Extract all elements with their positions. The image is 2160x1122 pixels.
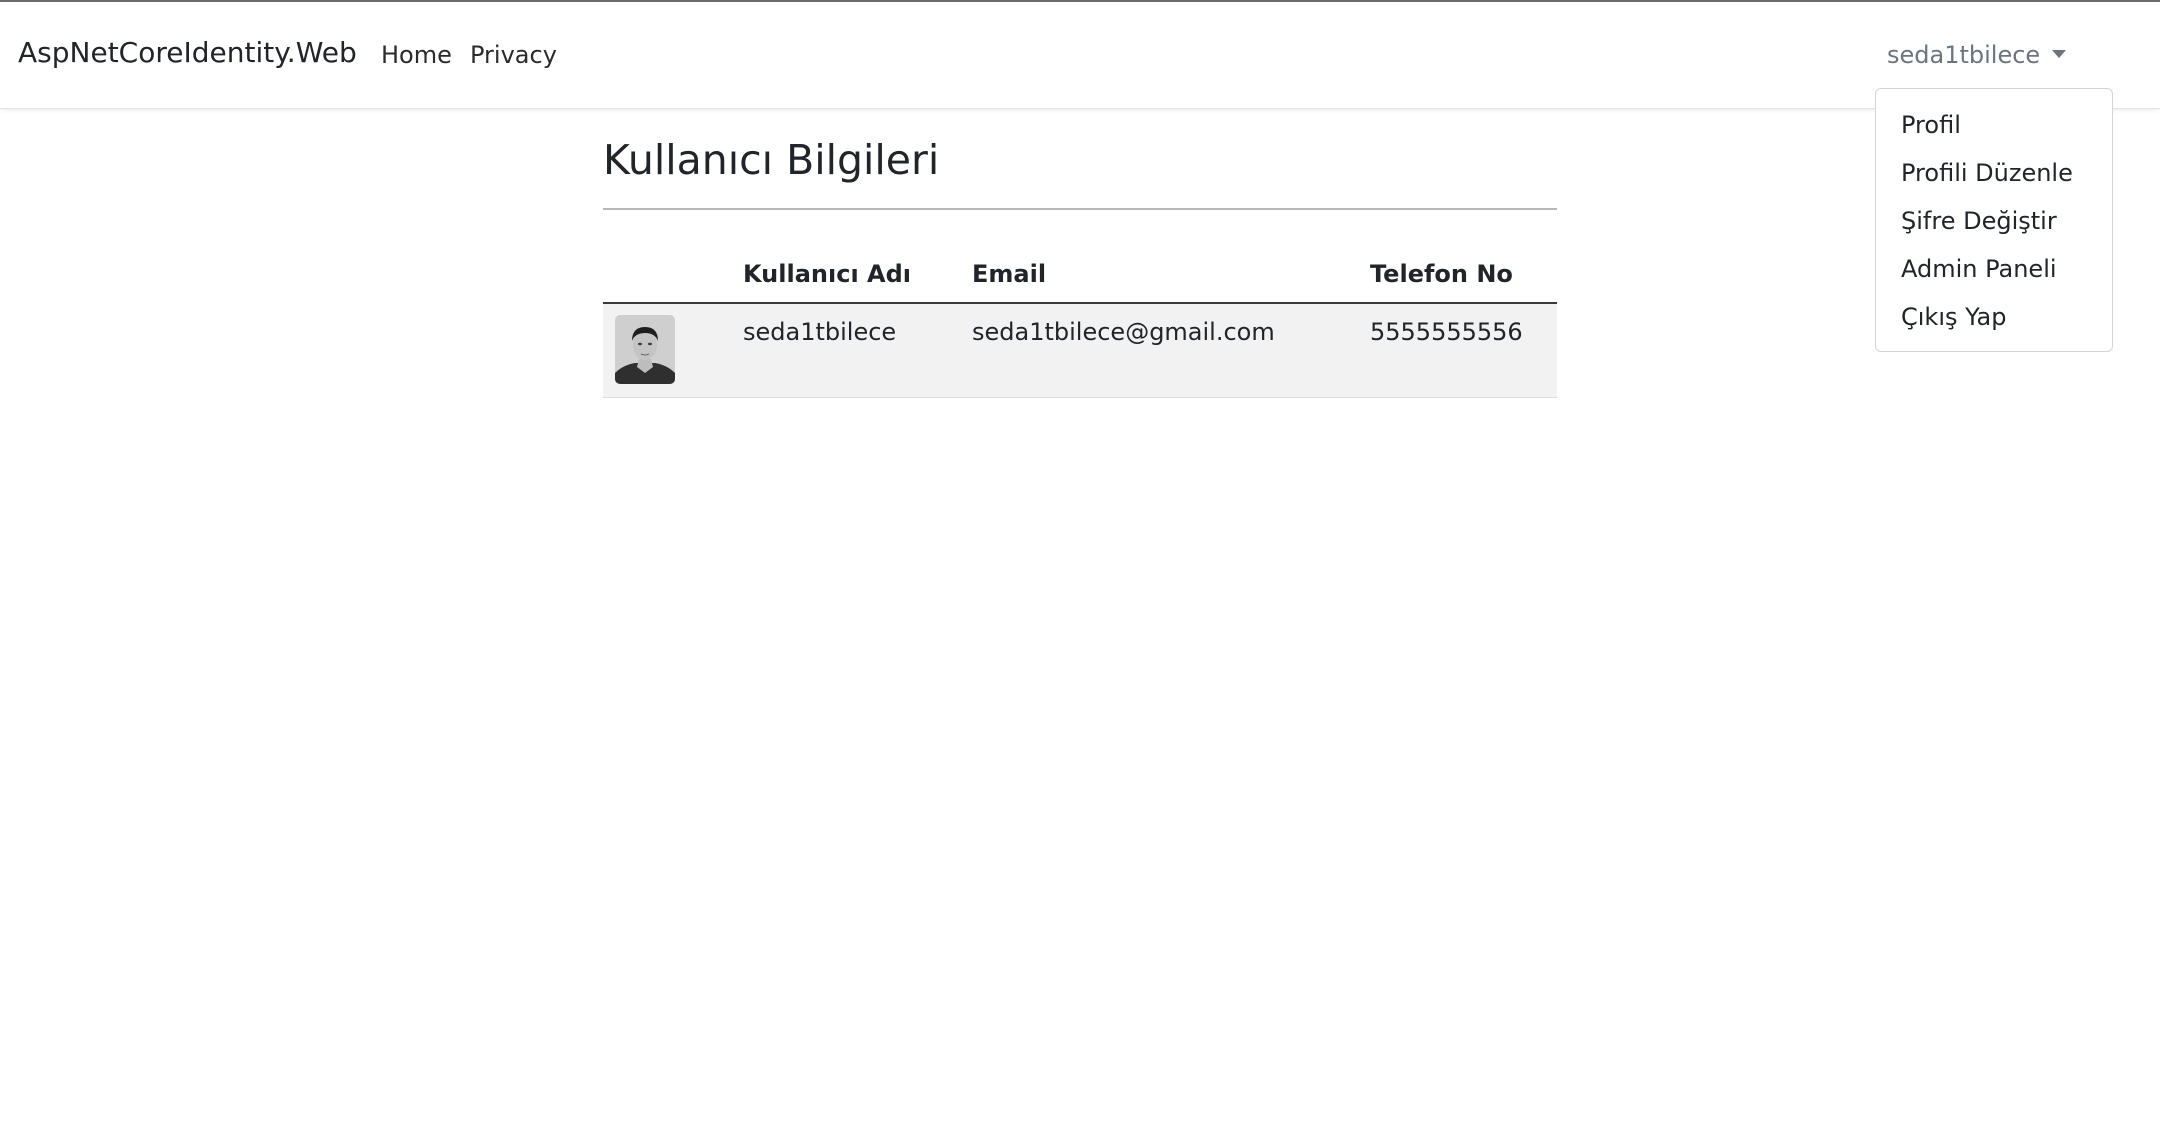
cell-username: seda1tbilece [731,303,960,398]
table-row: seda1tbilece seda1tbilece@gmail.com 5555… [603,303,1557,398]
nav-link-home[interactable]: Home [381,41,452,69]
dropdown-item-cikis-yap[interactable]: Çıkış Yap [1876,299,2112,347]
user-dropdown-menu: Profil Profili Düzenle Şifre Değiştir Ad… [1875,88,2113,352]
user-menu-username: seda1tbilece [1887,41,2041,69]
navbar: AspNetCoreIdentity.Web Home Privacy seda… [0,2,2160,109]
dropdown-item-sifre-degistir[interactable]: Şifre Değiştir [1876,203,2112,251]
nav-link-privacy[interactable]: Privacy [470,41,557,69]
header-username: Kullanıcı Adı [731,246,960,304]
table-header-row: Kullanıcı Adı Email Telefon No [603,246,1557,304]
caret-down-icon [2052,50,2067,58]
title-divider [603,208,1557,210]
cell-photo [603,303,731,398]
user-info-table: Kullanıcı Adı Email Telefon No seda1tbil… [603,246,1557,398]
header-phone: Telefon No [1358,246,1557,304]
avatar [615,315,675,384]
user-menu-toggle[interactable]: seda1tbilece [1887,41,2067,69]
header-photo [603,246,731,304]
header-email: Email [960,246,1358,304]
dropdown-item-admin-paneli[interactable]: Admin Paneli [1876,251,2112,299]
page-title: Kullanıcı Bilgileri [603,136,940,184]
dropdown-item-profil[interactable]: Profil [1876,107,2112,155]
cell-phone: 5555555556 [1358,303,1557,398]
dropdown-item-profili-duzenle[interactable]: Profili Düzenle [1876,155,2112,203]
cell-email: seda1tbilece@gmail.com [960,303,1358,398]
navbar-brand[interactable]: AspNetCoreIdentity.Web [18,36,357,69]
